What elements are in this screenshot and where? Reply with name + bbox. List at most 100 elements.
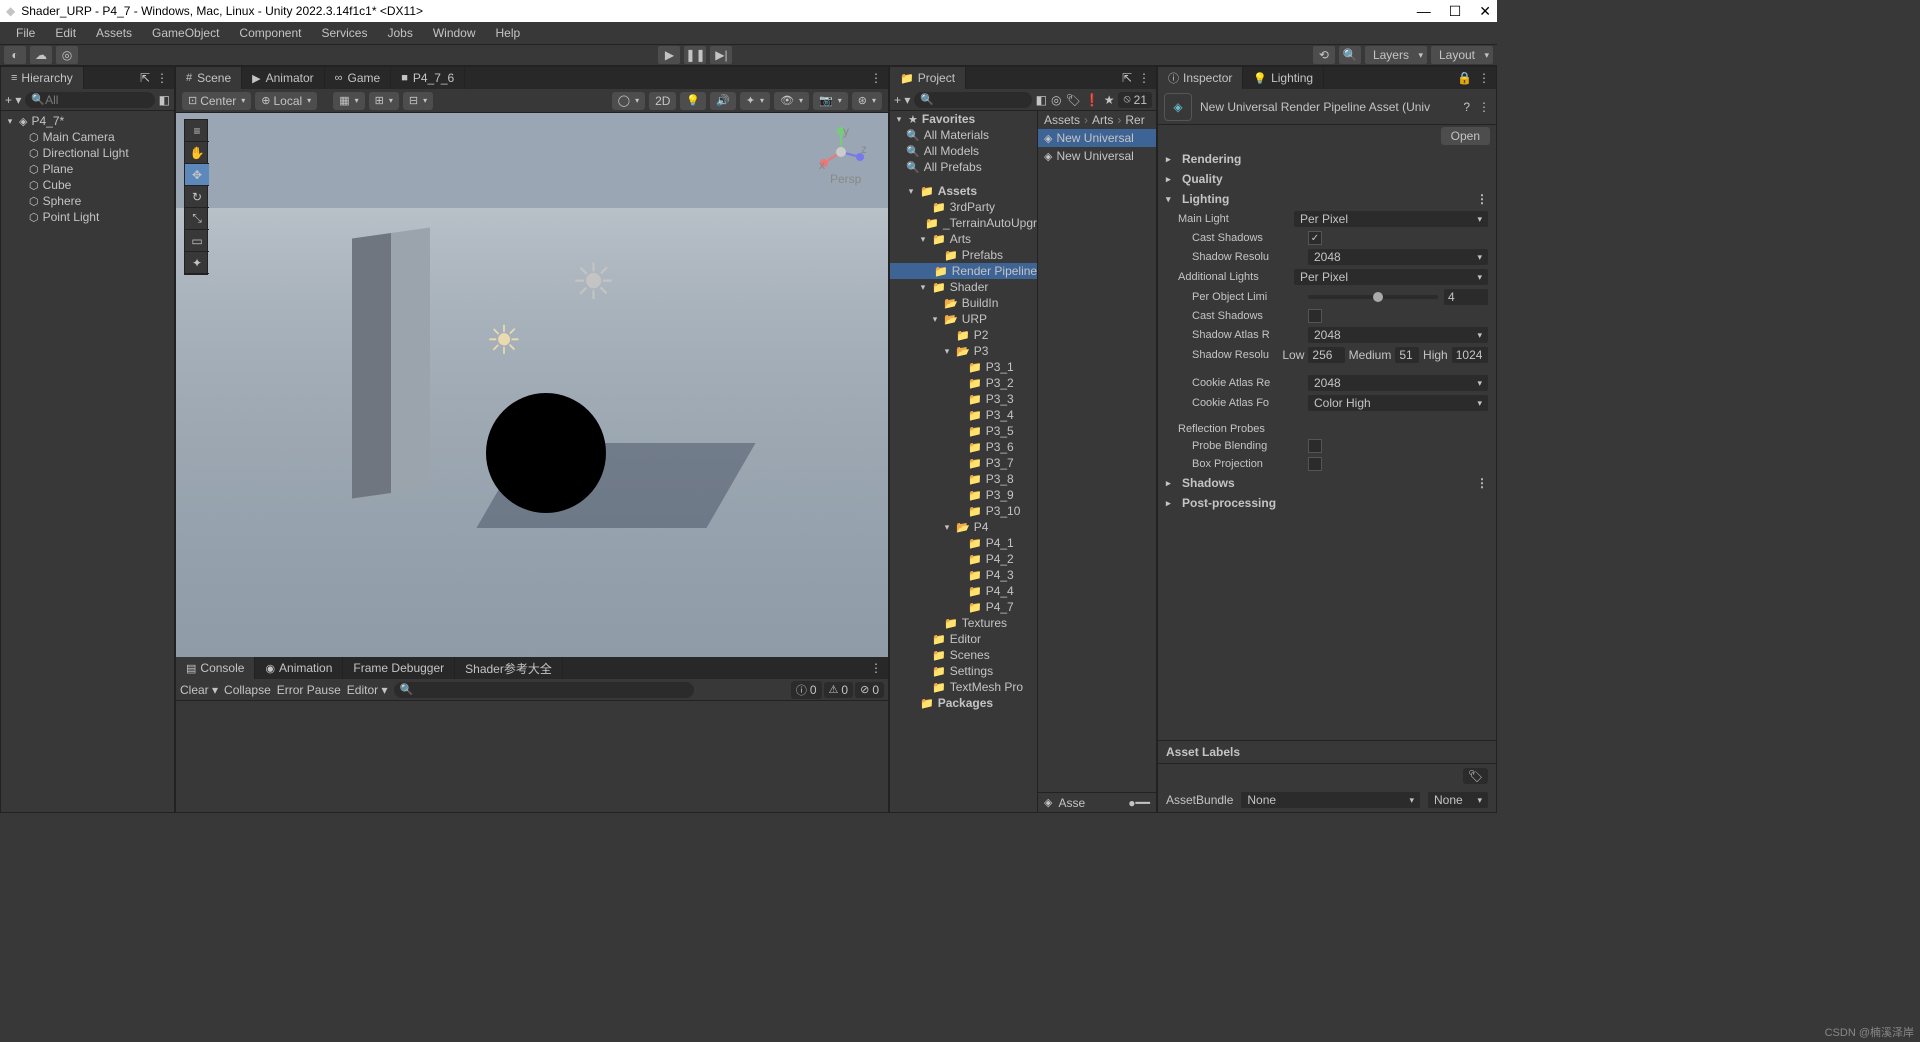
- section-rendering[interactable]: ▸Rendering: [1158, 149, 1496, 169]
- orientation-gizmo[interactable]: y z x Persp: [816, 127, 866, 177]
- menu-jobs[interactable]: Jobs: [379, 24, 420, 42]
- probe-blend-checkbox[interactable]: [1308, 439, 1322, 453]
- menu-gameobject[interactable]: GameObject: [144, 24, 227, 42]
- panel-menu-icon[interactable]: ⋮: [1478, 71, 1490, 85]
- low-field[interactable]: 256: [1308, 347, 1344, 363]
- 2d-toggle[interactable]: 2D: [649, 92, 676, 110]
- error-count[interactable]: ⊘0: [855, 682, 884, 698]
- pivot-dropdown[interactable]: ⊡Center: [182, 92, 251, 110]
- rotate-tool[interactable]: ↻: [185, 186, 209, 208]
- project-tree-item[interactable]: ▾📂URP: [890, 311, 1037, 327]
- editor-dropdown[interactable]: Editor ▾: [347, 683, 388, 697]
- project-list-item[interactable]: ◈New Universal: [1038, 147, 1156, 165]
- clear-button[interactable]: Clear ▾: [180, 683, 218, 697]
- project-tree-item[interactable]: 📂BuildIn: [890, 295, 1037, 311]
- section-menu-icon[interactable]: ⋮: [1476, 192, 1488, 206]
- assetbundle-dropdown[interactable]: None: [1241, 792, 1420, 808]
- tab-shader参考大全[interactable]: Shader参考大全: [455, 657, 563, 679]
- hand-tool[interactable]: ✋: [185, 142, 209, 164]
- project-tree-item[interactable]: 📁P3_4: [890, 407, 1037, 423]
- hierarchy-item[interactable]: ⬡Main Camera: [1, 129, 174, 145]
- help-icon[interactable]: ?: [1463, 100, 1470, 114]
- project-tree-item[interactable]: 📁Prefabs: [890, 247, 1037, 263]
- project-tree-item[interactable]: ▾📂P4: [890, 519, 1037, 535]
- favorites-root[interactable]: ▾★Favorites: [890, 111, 1037, 127]
- menu-edit[interactable]: Edit: [47, 24, 84, 42]
- section-shadows[interactable]: ▸Shadows⋮: [1158, 473, 1496, 493]
- space-dropdown[interactable]: ⊕Local: [255, 92, 317, 110]
- section-post[interactable]: ▸Post-processing: [1158, 493, 1496, 513]
- project-tree-item[interactable]: ▾📁Assets: [890, 183, 1037, 199]
- project-tree-item[interactable]: 📁Scenes: [890, 647, 1037, 663]
- fx-dropdown[interactable]: ✦: [740, 92, 770, 110]
- undo-history-icon[interactable]: ⟲: [1313, 46, 1335, 64]
- project-tree-item[interactable]: 📁Packages: [890, 695, 1037, 711]
- error-pause-toggle[interactable]: Error Pause: [277, 683, 341, 697]
- tab-animator[interactable]: ▶Animator: [242, 67, 325, 89]
- tab-scene[interactable]: #Scene: [176, 67, 242, 89]
- project-tree-item[interactable]: 📁Textures: [890, 615, 1037, 631]
- layers-dropdown[interactable]: Layers: [1365, 46, 1427, 64]
- tab-frame-debugger[interactable]: Frame Debugger: [343, 657, 455, 679]
- project-tree-item[interactable]: 📁P3_8: [890, 471, 1037, 487]
- assetbundle-variant-dropdown[interactable]: None: [1428, 792, 1488, 808]
- project-tree-item[interactable]: 📁Render Pipeline: [890, 263, 1037, 279]
- move-tool[interactable]: ✥: [185, 164, 209, 186]
- tab-animation[interactable]: ◉Animation: [255, 657, 343, 679]
- project-tree-item[interactable]: 📁P4_1: [890, 535, 1037, 551]
- project-tree-item[interactable]: 📁P4_2: [890, 551, 1037, 567]
- menu-window[interactable]: Window: [425, 24, 484, 42]
- project-list-item[interactable]: ◈New Universal: [1038, 129, 1156, 147]
- save-search-icon[interactable]: 🏷: [1066, 93, 1081, 107]
- main-light-dropdown[interactable]: Per Pixel: [1294, 211, 1488, 227]
- hidden-count[interactable]: ⦸21: [1118, 92, 1152, 108]
- high-field[interactable]: 1024: [1452, 347, 1488, 363]
- favorite-item[interactable]: 🔍All Models: [890, 143, 1037, 159]
- project-tree-item[interactable]: 📁P3_10: [890, 503, 1037, 519]
- tab-hierarchy[interactable]: ≡ Hierarchy: [1, 67, 84, 89]
- layout-dropdown[interactable]: Layout: [1431, 46, 1493, 64]
- project-tree-item[interactable]: 📁P2: [890, 327, 1037, 343]
- play-button[interactable]: ▶: [658, 46, 680, 64]
- cloud-icon[interactable]: ☁: [30, 46, 52, 64]
- breadcrumb[interactable]: Assets›Arts›Rer: [1038, 111, 1156, 129]
- visibility-dropdown[interactable]: 👁: [774, 92, 809, 110]
- project-tree-item[interactable]: 📁Editor: [890, 631, 1037, 647]
- tab-console[interactable]: ▤Console: [176, 657, 255, 679]
- audio-toggle[interactable]: 🔊: [710, 92, 736, 110]
- tab-p4_7_6[interactable]: ■P4_7_6: [391, 67, 465, 89]
- per-object-slider[interactable]: [1308, 295, 1438, 299]
- cookie-atlas-dropdown[interactable]: 2048: [1308, 375, 1488, 391]
- slider-icon[interactable]: ●━━: [1128, 796, 1150, 810]
- project-search[interactable]: 🔍: [914, 92, 1031, 108]
- favorite-item[interactable]: 🔍All Materials: [890, 127, 1037, 143]
- step-button[interactable]: ▶|: [710, 46, 732, 64]
- per-object-value[interactable]: 4: [1444, 289, 1488, 305]
- project-tree-item[interactable]: 📁_TerrainAutoUpgr: [890, 215, 1037, 231]
- lighting-toggle[interactable]: 💡: [680, 92, 706, 110]
- project-tree-item[interactable]: 📁P3_1: [890, 359, 1037, 375]
- project-tree-item[interactable]: 📁P4_7: [890, 599, 1037, 615]
- shadow-atlas-dropdown[interactable]: 2048: [1308, 327, 1488, 343]
- panel-menu-icon[interactable]: ⋮: [1138, 71, 1150, 85]
- transform-tool[interactable]: ✦: [185, 252, 209, 274]
- project-tree-item[interactable]: 📁P3_3: [890, 391, 1037, 407]
- snap-increment-dropdown[interactable]: ⊞: [369, 92, 399, 110]
- info-count[interactable]: ⓘ0: [791, 681, 822, 699]
- hierarchy-item[interactable]: ⬡Directional Light: [1, 145, 174, 161]
- lock-icon[interactable]: 🔒: [1457, 71, 1472, 85]
- search-global-icon[interactable]: 🔍: [1339, 46, 1361, 64]
- view-tool[interactable]: ≡: [185, 120, 209, 142]
- menu-services[interactable]: Services: [313, 24, 375, 42]
- scale-tool[interactable]: ⤡: [185, 208, 209, 230]
- tab-game[interactable]: ∞Game: [325, 67, 392, 89]
- open-button[interactable]: Open: [1441, 127, 1490, 145]
- minimize-button[interactable]: —: [1417, 3, 1431, 20]
- rect-tool[interactable]: ▭: [185, 230, 209, 252]
- hidden-packages-icon[interactable]: ❗: [1085, 93, 1100, 107]
- pause-button[interactable]: ❚❚: [684, 46, 706, 64]
- search-mode-icon[interactable]: ◧: [159, 93, 170, 107]
- project-tree-item[interactable]: 📁P3_2: [890, 375, 1037, 391]
- hierarchy-item[interactable]: ⬡Plane: [1, 161, 174, 177]
- additional-lights-dropdown[interactable]: Per Pixel: [1294, 269, 1488, 285]
